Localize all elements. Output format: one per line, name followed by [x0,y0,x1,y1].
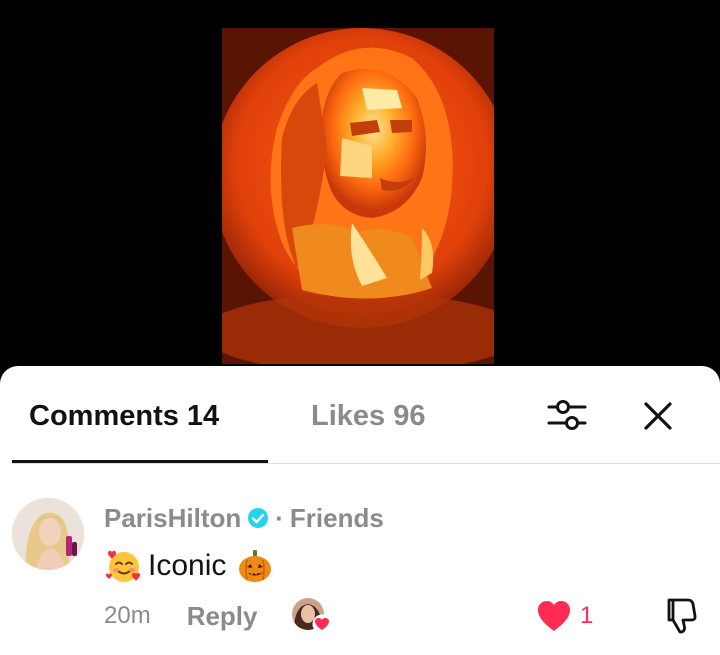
tab-likes[interactable]: Likes 96 [311,400,425,433]
tab-comments[interactable]: Comments 14 [29,400,219,433]
separator-dot: · [275,502,284,533]
smiling-face-with-hearts-icon [106,550,140,582]
comment-author-name[interactable]: ParisHilton [104,503,241,534]
like-button[interactable]: 1 [536,596,593,636]
comments-sheet: Comments 14 Likes 96 ParisHilton · Frien… [0,366,720,655]
like-count: 1 [580,602,594,629]
sliders-icon [547,400,587,430]
comment-meta-row: 20m Reply [104,598,331,634]
friends-label: Friends [289,502,384,533]
comment-author-row: ParisHilton · Friends [104,502,384,534]
heart-icon [538,601,570,631]
close-button[interactable] [640,398,676,434]
reply-button[interactable]: Reply [187,601,258,632]
verified-badge-icon [248,508,269,528]
carved-pumpkin-image [222,28,494,364]
filter-button[interactable] [545,396,589,436]
video-thumbnail-carved-pumpkin[interactable] [222,28,494,364]
tabs-divider [12,463,720,464]
avatar-image [12,498,84,570]
close-icon [644,402,672,430]
dislike-button[interactable] [662,596,698,636]
comment-timestamp: 20m [104,602,151,629]
jack-o-lantern-icon [239,550,272,582]
thumbs-down-icon [667,598,697,634]
liked-by-creator-badge [291,598,331,634]
comment-body: Iconic [104,546,274,586]
liked-heart-icon [312,614,331,634]
video-player[interactable] [0,0,720,368]
comment-text: Iconic [148,549,227,582]
avatar[interactable] [12,498,84,570]
